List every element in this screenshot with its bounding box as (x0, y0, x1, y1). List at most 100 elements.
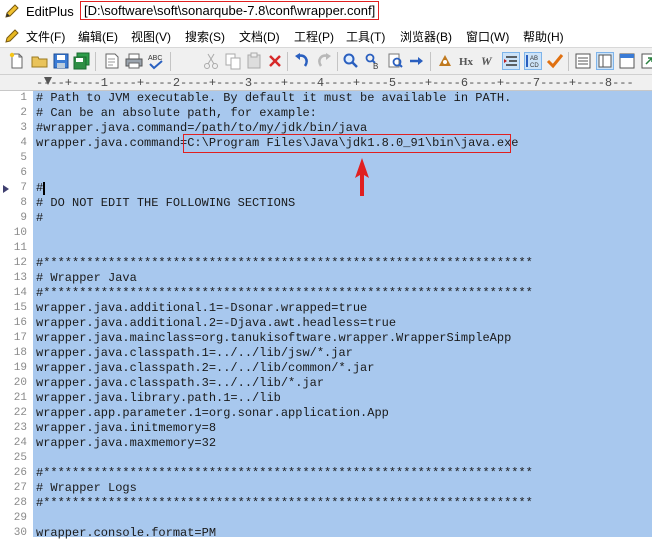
menu-project[interactable]: 工程(P) (294, 28, 334, 45)
editor-line[interactable]: 23 wrapper.java.initmemory=8 (0, 421, 652, 436)
svg-text:CD: CD (530, 63, 539, 69)
check-mark-icon[interactable] (546, 52, 564, 70)
window-tile-icon[interactable] (640, 52, 652, 70)
editor-line[interactable]: 14 #*************************************… (0, 286, 652, 301)
editor-line[interactable]: 25 (0, 451, 652, 466)
spell-check-icon[interactable]: ABC (147, 52, 165, 70)
editor-line[interactable]: 17 wrapper.java.mainclass=org.tanukisoftw… (0, 331, 652, 346)
editor-area[interactable]: 1 # Path to JVM executable. By default it… (0, 91, 652, 540)
menu-file[interactable]: 文件(F) (26, 28, 65, 45)
undo-icon[interactable] (293, 52, 311, 70)
menu-document[interactable]: 文档(D) (239, 28, 280, 45)
heading-icon[interactable]: Hx (458, 52, 476, 70)
line-number: 6 (20, 167, 27, 179)
line-text: wrapper.java.additional.2=-Djava.awt.hea… (36, 316, 397, 330)
line-text: # DO NOT EDIT THE FOLLOWING SECTIONS (36, 196, 296, 210)
go-to-line-icon[interactable] (408, 52, 426, 70)
line-number: 20 (13, 377, 27, 389)
find-icon[interactable] (342, 52, 360, 70)
list-view-icon[interactable] (574, 52, 592, 70)
save-icon[interactable] (52, 52, 70, 70)
editor-line[interactable]: 15 wrapper.java.additional.1=-Dsonar.wrap… (0, 301, 652, 316)
editor-line[interactable]: 29 (0, 511, 652, 526)
editor-line[interactable]: 5 (0, 151, 652, 166)
column-view-icon[interactable] (596, 52, 614, 70)
word-wrap-icon[interactable]: W (480, 52, 498, 70)
toolbar-separator (568, 52, 569, 71)
toolbar: ABC B Hx W AB CD (0, 47, 652, 75)
line-text: wrapper.java.mainclass=org.tanukisoftwar… (36, 331, 512, 345)
editor-line[interactable]: 30 wrapper.console.format=PM (0, 526, 652, 541)
line-number: 17 (13, 332, 27, 344)
menu-help[interactable]: 帮助(H) (523, 28, 564, 45)
menu-window[interactable]: 窗口(W) (466, 28, 509, 45)
line-number: 21 (13, 392, 27, 404)
copy-icon[interactable] (224, 52, 242, 70)
text-caret (43, 182, 45, 195)
menu-search[interactable]: 搜索(S) (185, 28, 225, 45)
redo-icon[interactable] (315, 52, 333, 70)
app-name: EditPlus (26, 4, 74, 19)
editor-line[interactable]: 21 wrapper.java.library.path.1=../lib (0, 391, 652, 406)
open-folder-icon[interactable] (31, 52, 49, 70)
paste-icon[interactable] (245, 52, 263, 70)
menu-bar: 文件(F) 编辑(E) 视图(V) 搜索(S) 文档(D) 工程(P) 工具(T… (0, 25, 652, 47)
editor-line[interactable]: 2 # Can be an absolute path, for example: (0, 106, 652, 121)
line-number: 26 (13, 467, 27, 479)
editor-line[interactable]: 9 # (0, 211, 652, 226)
editor-line[interactable]: 24 wrapper.java.maxmemory=32 (0, 436, 652, 451)
title-bar: EditPlus [D:\software\soft\sonarqube-7.8… (0, 0, 652, 25)
line-text: # Wrapper Java (36, 271, 137, 285)
editor-line[interactable]: 6 (0, 166, 652, 181)
editor-line[interactable]: 13 # Wrapper Java (0, 271, 652, 286)
menu-browser[interactable]: 浏览器(B) (400, 28, 452, 45)
line-text: #***************************************… (36, 466, 533, 480)
print-preview-icon[interactable] (103, 52, 121, 70)
editor-line[interactable]: 26 #*************************************… (0, 466, 652, 481)
line-number: 12 (13, 257, 27, 269)
line-number: 5 (20, 152, 27, 164)
editor-line[interactable]: 10 (0, 226, 652, 241)
toolbar-separator (95, 52, 96, 71)
editor-line[interactable]: 28 #*************************************… (0, 496, 652, 511)
editor-line[interactable]: 16 wrapper.java.additional.2=-Djava.awt.h… (0, 316, 652, 331)
cut-icon[interactable] (202, 52, 220, 70)
toolbar-separator (287, 52, 288, 71)
bold-icon[interactable] (436, 52, 454, 70)
line-text: wrapper.java.classpath.2=../../lib/commo… (36, 361, 375, 375)
line-text: # Wrapper Logs (36, 481, 137, 495)
menu-view[interactable]: 视图(V) (131, 28, 171, 45)
svg-text:ABC: ABC (148, 55, 162, 62)
delete-icon[interactable] (266, 52, 284, 70)
line-number: 27 (13, 482, 27, 494)
editor-line[interactable]: 18 wrapper.java.classpath.1=../../lib/jsw… (0, 346, 652, 361)
find-in-files-icon[interactable] (386, 52, 404, 70)
editor-line[interactable]: 19 wrapper.java.classpath.2=../../lib/com… (0, 361, 652, 376)
replace-icon[interactable]: B (364, 52, 382, 70)
editor-line[interactable]: 12 #*************************************… (0, 256, 652, 271)
editor-line[interactable]: 7 # (0, 181, 652, 196)
line-number: 7 (20, 182, 27, 194)
editor-line[interactable]: 20 wrapper.java.classpath.3=../../lib/*.j… (0, 376, 652, 391)
editor-line[interactable]: 22 wrapper.app.parameter.1=org.sonar.appl… (0, 406, 652, 421)
window-icon[interactable] (618, 52, 636, 70)
editor-line[interactable]: 1 # Path to JVM executable. By default it… (0, 91, 652, 106)
editor-line[interactable]: 8 # DO NOT EDIT THE FOLLOWING SECTIONS (0, 196, 652, 211)
code-lines: 1 # Path to JVM executable. By default it… (0, 91, 652, 541)
line-text: wrapper.java.classpath.1=../../lib/jsw/*… (36, 346, 353, 360)
highlighted-java-path (183, 134, 511, 153)
editor-line[interactable]: 11 (0, 241, 652, 256)
editor-line[interactable]: 27 # Wrapper Logs (0, 481, 652, 496)
toolbar-separator (430, 52, 431, 71)
new-file-icon[interactable] (8, 52, 26, 70)
indent-icon[interactable] (502, 52, 520, 70)
svg-text:AB: AB (530, 56, 538, 62)
line-number: 25 (13, 452, 27, 464)
menu-tools[interactable]: 工具(T) (346, 28, 385, 45)
editplus-logo-icon (4, 3, 20, 19)
hex-view-icon[interactable]: AB CD (524, 52, 542, 70)
menu-edit[interactable]: 编辑(E) (78, 28, 118, 45)
print-icon[interactable] (125, 52, 143, 70)
line-text: # Path to JVM executable. By default it … (36, 91, 512, 105)
save-all-icon[interactable] (73, 52, 91, 70)
